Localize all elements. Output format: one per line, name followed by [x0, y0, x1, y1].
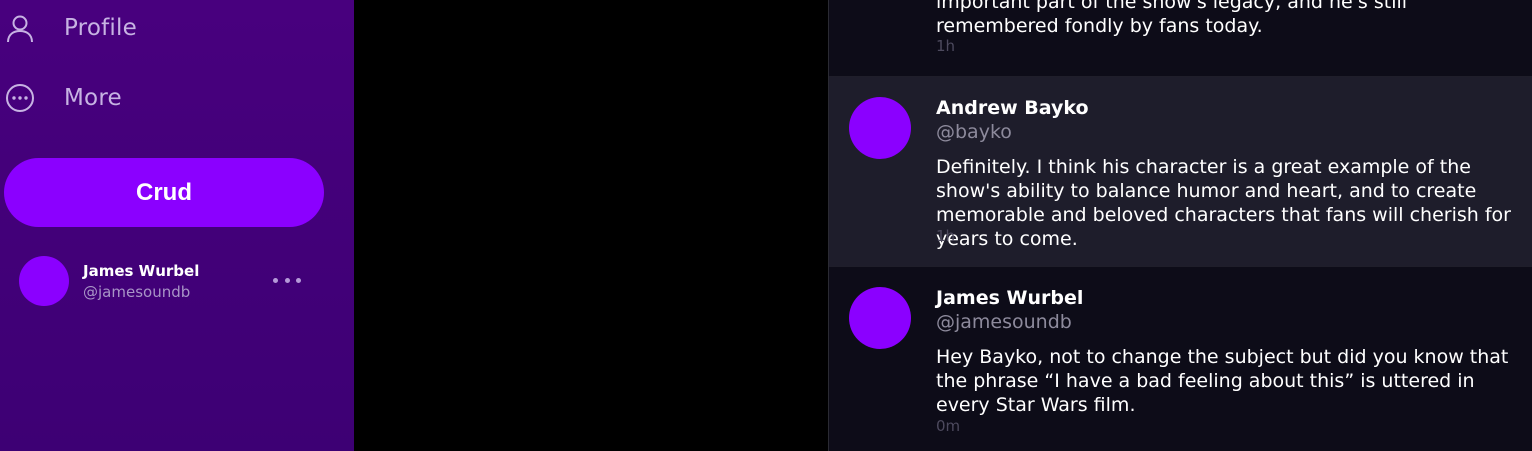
post-handle[interactable]: @bayko: [936, 121, 1012, 143]
more-options-icon[interactable]: [273, 274, 301, 286]
account-switcher[interactable]: James Wurbel @jamesoundb: [19, 256, 329, 308]
sidebar-item-label: Profile: [64, 15, 137, 41]
thread-post[interactable]: James Wurbel @jamesoundb Hey Bayko, not …: [829, 267, 1532, 451]
sidebar-item-more[interactable]: More: [0, 78, 354, 118]
post-body: important part of the show's legacy, and…: [936, 0, 1408, 37]
avatar: [19, 256, 69, 306]
sidebar-item-profile[interactable]: Profile: [0, 8, 354, 48]
app-root: Profile More Crud James Wurbel @jamesoun…: [0, 0, 1532, 451]
sidebar-item-label: More: [64, 85, 122, 111]
thread-post[interactable]: important part of the show's legacy, and…: [829, 0, 1532, 77]
more-circle-icon: [6, 84, 34, 112]
avatar[interactable]: [849, 97, 911, 159]
account-name: James Wurbel: [83, 262, 200, 280]
post-handle[interactable]: @jamesoundb: [936, 311, 1072, 333]
post-body: Hey Bayko, not to change the subject but…: [936, 346, 1509, 416]
post-author[interactable]: James Wurbel: [936, 287, 1083, 309]
post-author[interactable]: Andrew Bayko: [936, 97, 1089, 119]
account-handle: @jamesoundb: [83, 283, 191, 301]
crud-button[interactable]: Crud: [4, 158, 324, 227]
post-timestamp: 0m: [936, 417, 961, 435]
profile-icon: [7, 15, 33, 43]
avatar[interactable]: [849, 287, 911, 349]
main-feed-area: [354, 0, 828, 451]
post-timestamp: 1h: [936, 37, 956, 55]
post-timestamp: 1h: [936, 227, 956, 245]
sidebar: Profile More Crud James Wurbel @jamesoun…: [0, 0, 354, 451]
post-body: Definitely. I think his character is a g…: [936, 156, 1511, 250]
thread-panel: important part of the show's legacy, and…: [829, 0, 1532, 451]
thread-post[interactable]: Andrew Bayko @bayko Definitely. I think …: [829, 77, 1532, 267]
